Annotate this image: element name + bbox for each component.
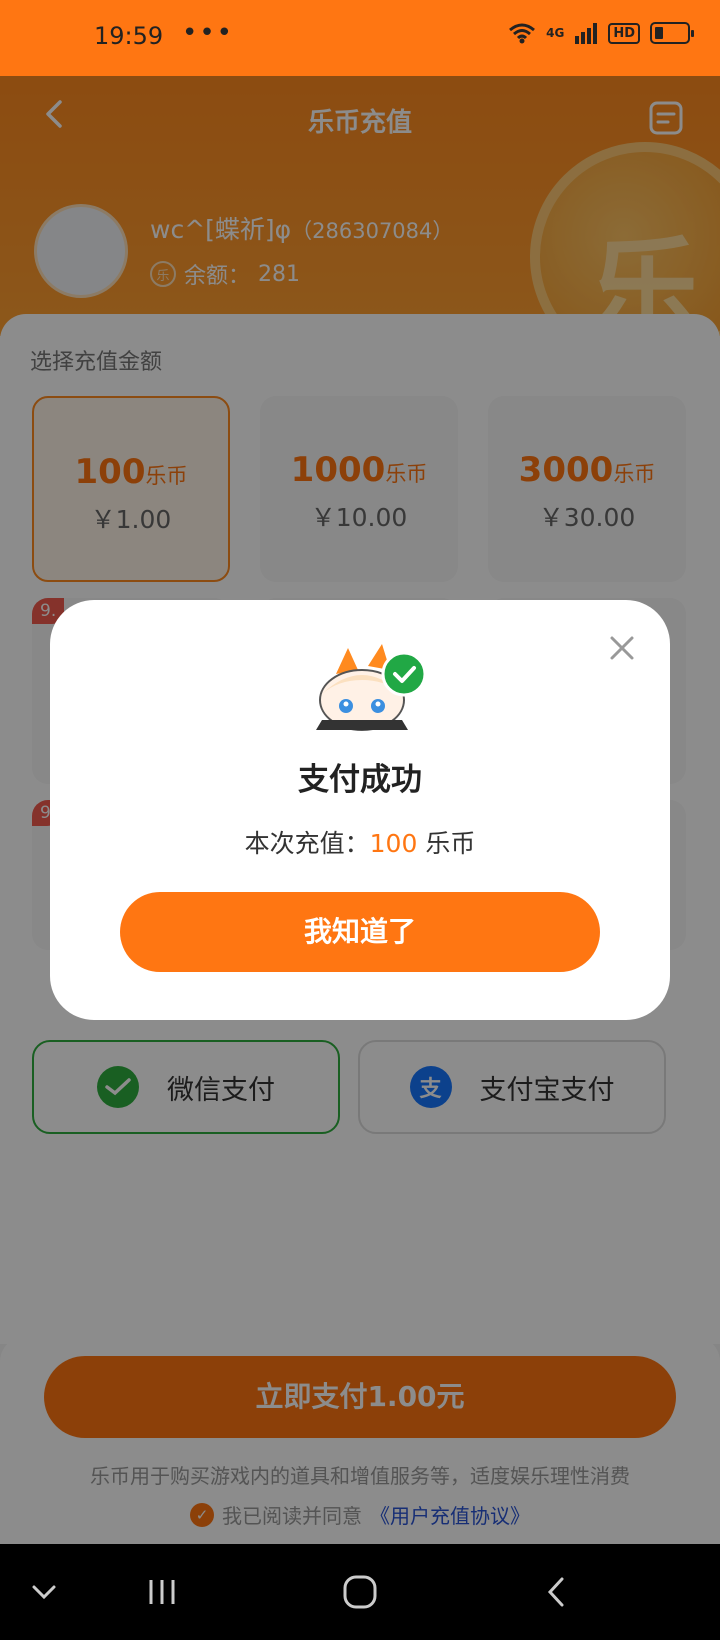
recharge-amount: 100	[369, 829, 418, 858]
status-icons: 4G HD	[508, 22, 694, 44]
chevron-down-icon	[32, 1585, 56, 1600]
payment-success-dialog: 支付成功 本次充值：100 乐币 我知道了	[50, 600, 670, 1020]
home-icon	[343, 1575, 377, 1609]
more-notifications-icon: •••	[182, 18, 235, 48]
summary-suffix: 乐币	[425, 829, 476, 858]
hd-icon: HD	[608, 22, 640, 44]
status-time: 19:59	[94, 22, 164, 50]
network-type: 4G	[546, 26, 565, 40]
dialog-title: 支付成功	[298, 762, 422, 798]
close-icon[interactable]	[604, 630, 640, 666]
recents-icon	[149, 1580, 175, 1604]
nav-back-button[interactable]	[528, 1564, 584, 1620]
nav-collapse-button[interactable]	[16, 1564, 72, 1620]
nav-home-button[interactable]	[332, 1564, 388, 1620]
got-it-button[interactable]: 我知道了	[120, 892, 600, 972]
signal-icon	[575, 23, 598, 44]
wifi-icon	[509, 23, 536, 44]
mascot-success-icon	[316, 644, 427, 731]
status-bar: 19:59 ••• 4G HD	[0, 0, 720, 76]
summary-prefix: 本次充值：	[244, 829, 370, 858]
recharge-summary: 本次充值：100 乐币	[50, 824, 670, 860]
system-nav-bar	[0, 1544, 720, 1640]
nav-recents-button[interactable]	[134, 1564, 190, 1620]
back-icon	[547, 1577, 564, 1607]
battery-icon	[650, 22, 694, 44]
